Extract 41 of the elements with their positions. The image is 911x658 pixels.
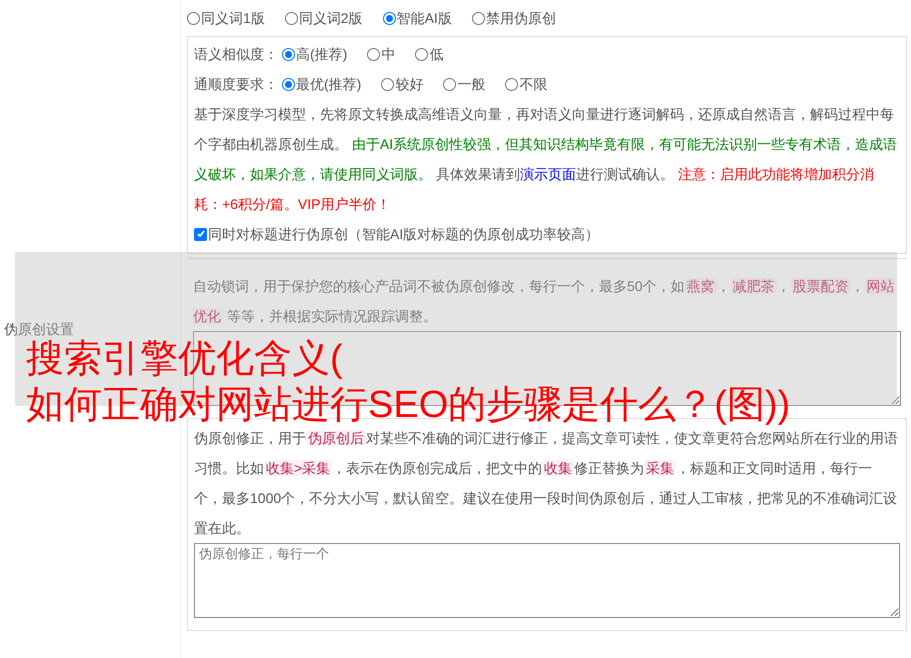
section-label: 伪原创设置 [4, 320, 74, 338]
radio-label[interactable]: 同义词2版 [298, 8, 363, 28]
radio-label[interactable]: 低 [429, 44, 444, 64]
overlay-title: 如何正确对网站进行SEO的步骤是什么？(图)) [26, 383, 790, 428]
checkbox[interactable] [194, 228, 207, 240]
radio-label[interactable]: 不限 [519, 74, 548, 94]
radio-button[interactable] [282, 48, 295, 60]
radio-label[interactable]: 同义词1版 [201, 8, 265, 28]
keyword-tag: 燕窝 [684, 278, 717, 294]
demo-page-link[interactable]: 演示页面 [520, 166, 576, 182]
radio-button[interactable] [284, 12, 298, 24]
keyword-tag: 收集>采集 [264, 460, 332, 476]
radio-label[interactable]: 中 [381, 44, 396, 64]
radio-button[interactable] [187, 12, 200, 24]
radio-label[interactable]: 最优(推荐) [296, 74, 362, 94]
radio-label[interactable]: 高(推荐) [296, 44, 348, 64]
keyword-tag: 收集 [542, 460, 574, 476]
correction-field[interactable]: 伪原创修正，每行一个 [194, 543, 900, 618]
setting-label: 语义相似度： [194, 44, 278, 64]
setting-label: 通顺度要求： [194, 74, 278, 94]
radio-button[interactable] [415, 48, 428, 60]
keyword-tag: 减肥茶 [730, 278, 777, 294]
radio-button[interactable] [382, 12, 396, 24]
description-text: 自动锁词，用于保护您的核心产品词不被伪原创修改，每行一个，最多50个，如 燕窝，减肥茶，股票配资，网站优化 等等，并根据实际情况跟踪调整。 [193, 277, 896, 326]
description-text: 伪原创修正，用于伪原创后对某些不准确的词汇进行修正，提高文章可读性，使文章更符合您网站所在行业的用语习惯。比如 收集>采集，表示在伪原创完成后，把文中的 收集修正替换为 采集，标题和正文同时适用，每行一个，最多1000个，不分大小写，默认留空。建议在使用一段时间伪原创后，通过人工审核，把常见的不准确词汇设置在此。 [194, 429, 899, 538]
radio-button[interactable] [505, 78, 518, 90]
radio-label[interactable]: 一般 [457, 74, 486, 94]
description-text: 基于深度学习模型，先将原文转换成高维语义向量，再对语义向量进行逐词解码，还原成自然语言，解码过程中每个字都由机器原创生成。 由于AI系统原创性较强，但其知识结构毕竟有限，有可能无法识别一些专有术语，造成语义破坏，如果介意，请使用同义词版。 具体效果请到演示页面进行测试确认。 注意：启用此功能将增加积分消耗：+6积分/篇。VIP用户半价！ [194, 105, 898, 214]
radio-button[interactable] [282, 78, 295, 90]
overlay-title: 搜索引擎优化含义( [26, 337, 343, 382]
keyword-tag: 伪原创后 [306, 430, 366, 446]
keyword-tag: 股票配资 [790, 278, 851, 294]
radio-button[interactable] [472, 12, 485, 24]
radio-label[interactable]: 较好 [395, 74, 424, 94]
radio-label[interactable]: 禁用伪原创 [486, 8, 556, 28]
checkbox-label[interactable]: 同时对标题进行伪原创（智能AI版对标题的伪原创成功率较高） [208, 224, 600, 244]
radio-button[interactable] [381, 78, 394, 90]
radio-button[interactable] [367, 48, 380, 60]
keyword-tag: 采集 [644, 460, 676, 476]
radio-button[interactable] [443, 78, 456, 90]
radio-label[interactable]: 智能AI版 [396, 8, 452, 28]
